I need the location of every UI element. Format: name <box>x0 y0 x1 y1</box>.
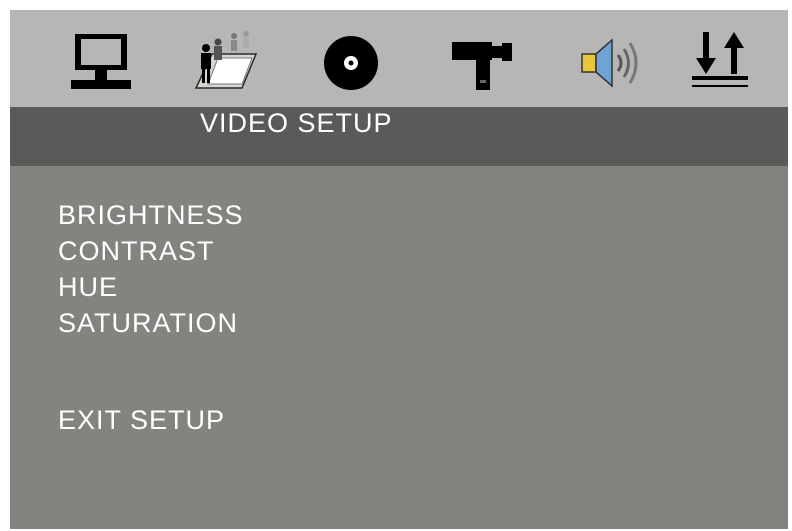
disc-setup-icon[interactable] <box>316 28 386 98</box>
video-setup-menu: BRIGHTNESS CONTRAST HUE SATURATION <box>58 197 244 341</box>
exit-setup-button[interactable]: EXIT SETUP <box>58 402 225 438</box>
video-setup-icon[interactable] <box>448 28 518 98</box>
menu-item-contrast[interactable]: CONTRAST <box>58 233 244 269</box>
audio-setup-icon[interactable] <box>576 28 646 98</box>
general-setup-icon[interactable] <box>66 28 136 98</box>
page-title: VIDEO SETUP <box>200 108 393 138</box>
menu-item-brightness[interactable]: BRIGHTNESS <box>58 197 244 233</box>
user-setup-icon[interactable] <box>192 28 262 98</box>
title-bar <box>10 107 788 166</box>
menu-item-saturation[interactable]: SATURATION <box>58 305 244 341</box>
menu-item-hue[interactable]: HUE <box>58 269 244 305</box>
preference-setup-icon[interactable] <box>686 28 756 98</box>
setup-icon-bar <box>10 10 788 107</box>
